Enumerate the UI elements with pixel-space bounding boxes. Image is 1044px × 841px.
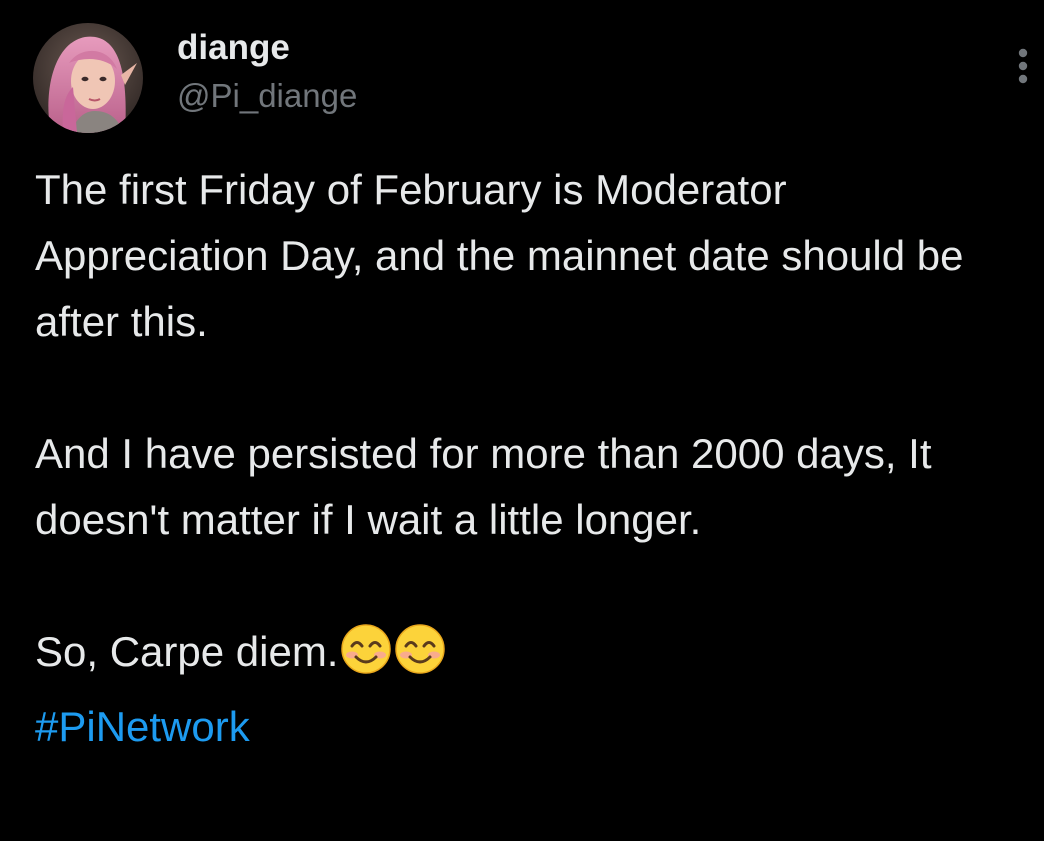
display-name[interactable]: diange bbox=[177, 26, 290, 70]
tweet-card: diange @Pi_diange The first Friday of Fe… bbox=[0, 0, 1044, 841]
tweet-text: The first Friday of February is Moderato… bbox=[35, 157, 1025, 760]
tweet-paragraph-last: So, Carpe diem. bbox=[35, 619, 1025, 694]
smiling-face-emoji-icon bbox=[394, 623, 446, 694]
elf-portrait-icon bbox=[33, 23, 143, 133]
hashtag-link[interactable]: #PiNetwork bbox=[35, 703, 250, 750]
smiling-face-emoji-icon bbox=[340, 623, 392, 694]
tweet-closing-text: So, Carpe diem. bbox=[35, 628, 339, 675]
more-options-button[interactable] bbox=[1005, 42, 1041, 90]
user-handle[interactable]: @Pi_diange bbox=[177, 75, 357, 117]
avatar[interactable] bbox=[33, 23, 143, 133]
more-vertical-icon bbox=[1018, 48, 1028, 84]
tweet-paragraph: The first Friday of February is Moderato… bbox=[35, 166, 964, 345]
tweet-paragraph: And I have persisted for more than 2000 … bbox=[35, 430, 932, 543]
